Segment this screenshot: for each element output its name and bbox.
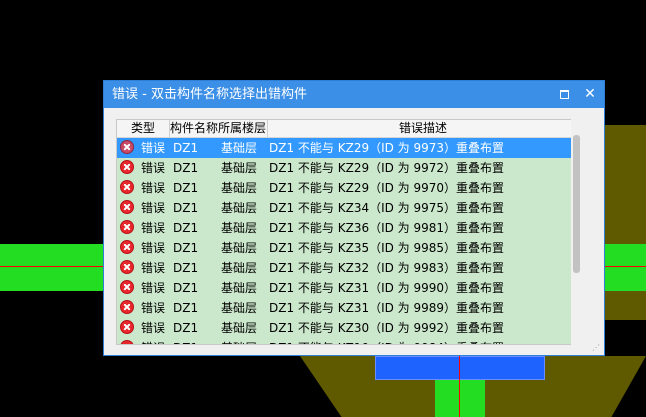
table-row[interactable]: 错误 DZ1 基础层 DZ1 不能与 KZ36（ID 为 9981）重叠布置: [117, 218, 581, 238]
cell-type: 错误: [141, 281, 166, 295]
error-icon: [120, 340, 134, 344]
cell-description: DZ1 不能与 KZ34（ID 为 9975）重叠布置: [269, 201, 505, 215]
error-icon: [120, 260, 134, 274]
table-row[interactable]: 错误 DZ1 基础层 DZ1 不能与 KZ35（ID 为 9985）重叠布置: [117, 238, 581, 258]
maximize-icon: [559, 90, 569, 99]
cell-floor: 基础层: [221, 161, 258, 175]
cell-description: DZ1 不能与 KZ29（ID 为 9972）重叠布置: [269, 161, 505, 175]
cell-type: 错误: [141, 181, 166, 195]
cell-type: 错误: [141, 261, 166, 275]
cell-floor: 基础层: [221, 141, 258, 155]
blue-foundation: [375, 356, 545, 380]
error-table: 类型 构件名称 所属楼层 错误描述 错误 DZ1 基础层 DZ1 不能与 KZ29（I…: [116, 119, 582, 345]
cell-type: 错误: [141, 161, 166, 175]
cell-type: 错误: [141, 221, 166, 235]
cell-description: DZ1 不能与 KZ36（ID 为 9981）重叠布置: [269, 221, 505, 235]
cell-component-name[interactable]: DZ1: [173, 200, 198, 216]
table-row[interactable]: 错误 DZ1 基础层 DZ1 不能与 KZ30（ID 为 9992）重叠布置: [117, 318, 581, 338]
green-beam-right: [605, 244, 646, 291]
cell-floor: 基础层: [221, 321, 258, 335]
cell-description: DZ1 不能与 KZ31（ID 为 9990）重叠布置: [269, 281, 505, 295]
cell-description: DZ1 不能与 KZ32（ID 为 9983）重叠布置: [269, 261, 505, 275]
green-beam-left: [0, 244, 103, 291]
cell-type: 错误: [141, 201, 166, 215]
column-header-name[interactable]: 构件名称: [170, 121, 218, 136]
dialog-titlebar[interactable]: 错误 - 双击构件名称选择出错构件 ✕: [104, 81, 604, 108]
table-row[interactable]: 错误 DZ1 基础层 DZ1 不能与 KZ29（ID 为 9973）重叠布置: [117, 138, 581, 158]
error-icon: [120, 160, 134, 174]
cell-floor: 基础层: [221, 301, 258, 315]
close-button[interactable]: ✕: [580, 85, 600, 104]
table-row[interactable]: 错误 DZ1 基础层 DZ1 不能与 KZ31（ID 为 9990）重叠布置: [117, 278, 581, 298]
table-row[interactable]: 错误 DZ1 基础层 DZ1 不能与 KZ32（ID 为 9983）重叠布置: [117, 258, 581, 278]
cell-component-name[interactable]: DZ1: [173, 260, 198, 276]
cell-type: 错误: [141, 301, 166, 315]
resize-grip-icon[interactable]: ⋰: [592, 343, 602, 353]
cell-component-name[interactable]: DZ1: [173, 140, 198, 156]
table-row[interactable]: 错误 DZ1 基础层 DZ1 不能与 KZ29（ID 为 9972）重叠布置: [117, 158, 581, 178]
cell-component-name[interactable]: DZ1: [173, 340, 198, 344]
cell-description: DZ1 不能与 KZ35（ID 为 9985）重叠布置: [269, 241, 505, 255]
cell-floor: 基础层: [221, 181, 258, 195]
cell-description: DZ1 不能与 KZ29（ID 为 9973）重叠布置: [269, 141, 505, 155]
cell-component-name[interactable]: DZ1: [173, 220, 198, 236]
cell-type: 错误: [141, 141, 166, 155]
error-icon: [120, 140, 134, 154]
column-header-floor[interactable]: 所属楼层: [218, 121, 266, 136]
cell-floor: 基础层: [221, 261, 258, 275]
cell-floor: 基础层: [221, 241, 258, 255]
maximize-button[interactable]: [554, 85, 574, 104]
error-icon: [120, 220, 134, 234]
error-dialog: 错误 - 双击构件名称选择出错构件 ✕ 类型 构件名称 所属楼层 错误描述 错误…: [103, 80, 605, 356]
cell-component-name[interactable]: DZ1: [173, 180, 198, 196]
cell-description: DZ1 不能与 KZ29（ID 为 9970）重叠布置: [269, 181, 505, 195]
error-icon: [120, 240, 134, 254]
cell-component-name[interactable]: DZ1: [173, 160, 198, 176]
error-icon: [120, 320, 134, 334]
cell-floor: 基础层: [221, 221, 258, 235]
table-row[interactable]: 错误 DZ1 基础层 DZ1 不能与 KZ29（ID 为 9970）重叠布置: [117, 178, 581, 198]
table-row[interactable]: 错误 DZ1 基础层 DZ1 不能与 KZ31（ID 为 9989）重叠布置: [117, 298, 581, 318]
cell-component-name[interactable]: DZ1: [173, 240, 198, 256]
error-icon: [120, 280, 134, 294]
cell-type: 错误: [141, 340, 165, 344]
cell-floor: 基础层: [221, 201, 258, 215]
error-icon: [120, 180, 134, 194]
error-icon: [120, 300, 134, 314]
axis-line-right: [605, 266, 646, 267]
table-row[interactable]: 错误 DZ1 基础层 DZ1 不能与 KZ10（ID 为 9984）重叠布置: [117, 338, 581, 344]
cell-component-name[interactable]: DZ1: [173, 280, 198, 296]
column-header-type[interactable]: 类型: [131, 121, 155, 136]
cell-component-name[interactable]: DZ1: [173, 300, 198, 316]
scrollbar-thumb[interactable]: [573, 135, 580, 273]
table-header: 类型 构件名称 所属楼层 错误描述: [117, 120, 581, 138]
cell-description: DZ1 不能与 KZ30（ID 为 9992）重叠布置: [269, 321, 505, 335]
cell-floor: 基础层: [221, 340, 257, 344]
cell-type: 错误: [141, 241, 166, 255]
close-icon: ✕: [584, 86, 596, 102]
column-header-description[interactable]: 错误描述: [399, 121, 447, 136]
cell-description: DZ1 不能与 KZ31（ID 为 9989）重叠布置: [269, 301, 505, 315]
cell-type: 错误: [141, 321, 166, 335]
cell-floor: 基础层: [221, 281, 258, 295]
cell-description: DZ1 不能与 KZ10（ID 为 9984）重叠布置: [269, 340, 504, 344]
axis-line-left: [0, 266, 103, 267]
error-icon: [120, 200, 134, 214]
dialog-title: 错误 - 双击构件名称选择出错构件: [112, 87, 307, 102]
vertical-scrollbar[interactable]: [571, 119, 582, 345]
table-row[interactable]: 错误 DZ1 基础层 DZ1 不能与 KZ34（ID 为 9975）重叠布置: [117, 198, 581, 218]
cell-component-name[interactable]: DZ1: [173, 320, 198, 336]
green-column-bottom: [435, 380, 485, 417]
axis-line-vertical: [459, 356, 460, 417]
column-divider[interactable]: [267, 120, 268, 137]
